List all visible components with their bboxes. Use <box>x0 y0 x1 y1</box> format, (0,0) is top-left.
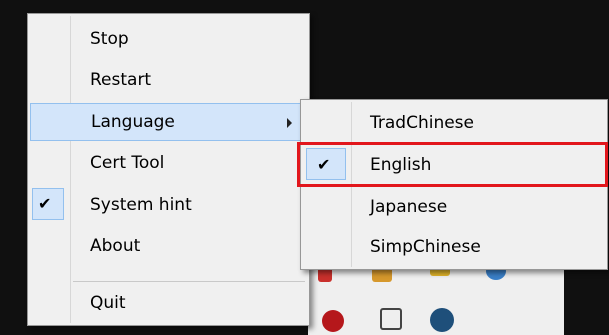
submenu-item-label: SimpChinese <box>370 237 481 257</box>
submenu-item-label: TradChinese <box>370 113 475 133</box>
submenu-item-label: Japanese <box>370 197 448 217</box>
menu-separator <box>73 281 305 282</box>
menu-item-label: Language <box>91 112 175 132</box>
menu-item-system-hint[interactable]: ✔ System hint <box>30 186 307 224</box>
checkmark-icon: ✔ <box>38 194 52 213</box>
menu-item-language[interactable]: Language <box>30 103 307 141</box>
menu-item-label: Stop <box>90 29 129 49</box>
tray-context-menu: Stop Restart Language Cert Tool ✔ System… <box>27 13 310 326</box>
submenu-item-simpchinese[interactable]: SimpChinese <box>303 228 605 266</box>
tray-app-icon[interactable] <box>322 310 344 332</box>
submenu-item-tradchinese[interactable]: TradChinese <box>303 104 605 142</box>
menu-item-restart[interactable]: Restart <box>30 61 307 99</box>
annotation-highlight-box <box>297 142 608 187</box>
menu-item-label: About <box>90 236 141 256</box>
submenu-arrow-icon <box>287 118 292 128</box>
menu-item-label: System hint <box>90 195 192 215</box>
menu-item-about[interactable]: About <box>30 227 307 265</box>
submenu-item-japanese[interactable]: Japanese <box>303 188 605 226</box>
menu-item-quit[interactable]: Quit <box>30 284 307 322</box>
menu-item-cert-tool[interactable]: Cert Tool <box>30 144 307 182</box>
menu-item-label: Cert Tool <box>90 153 165 173</box>
tray-flag-icon[interactable] <box>380 308 402 330</box>
menu-item-stop[interactable]: Stop <box>30 20 307 58</box>
tray-app-icon[interactable] <box>430 308 454 332</box>
menu-item-label: Restart <box>90 70 152 90</box>
menu-item-label: Quit <box>90 293 126 313</box>
